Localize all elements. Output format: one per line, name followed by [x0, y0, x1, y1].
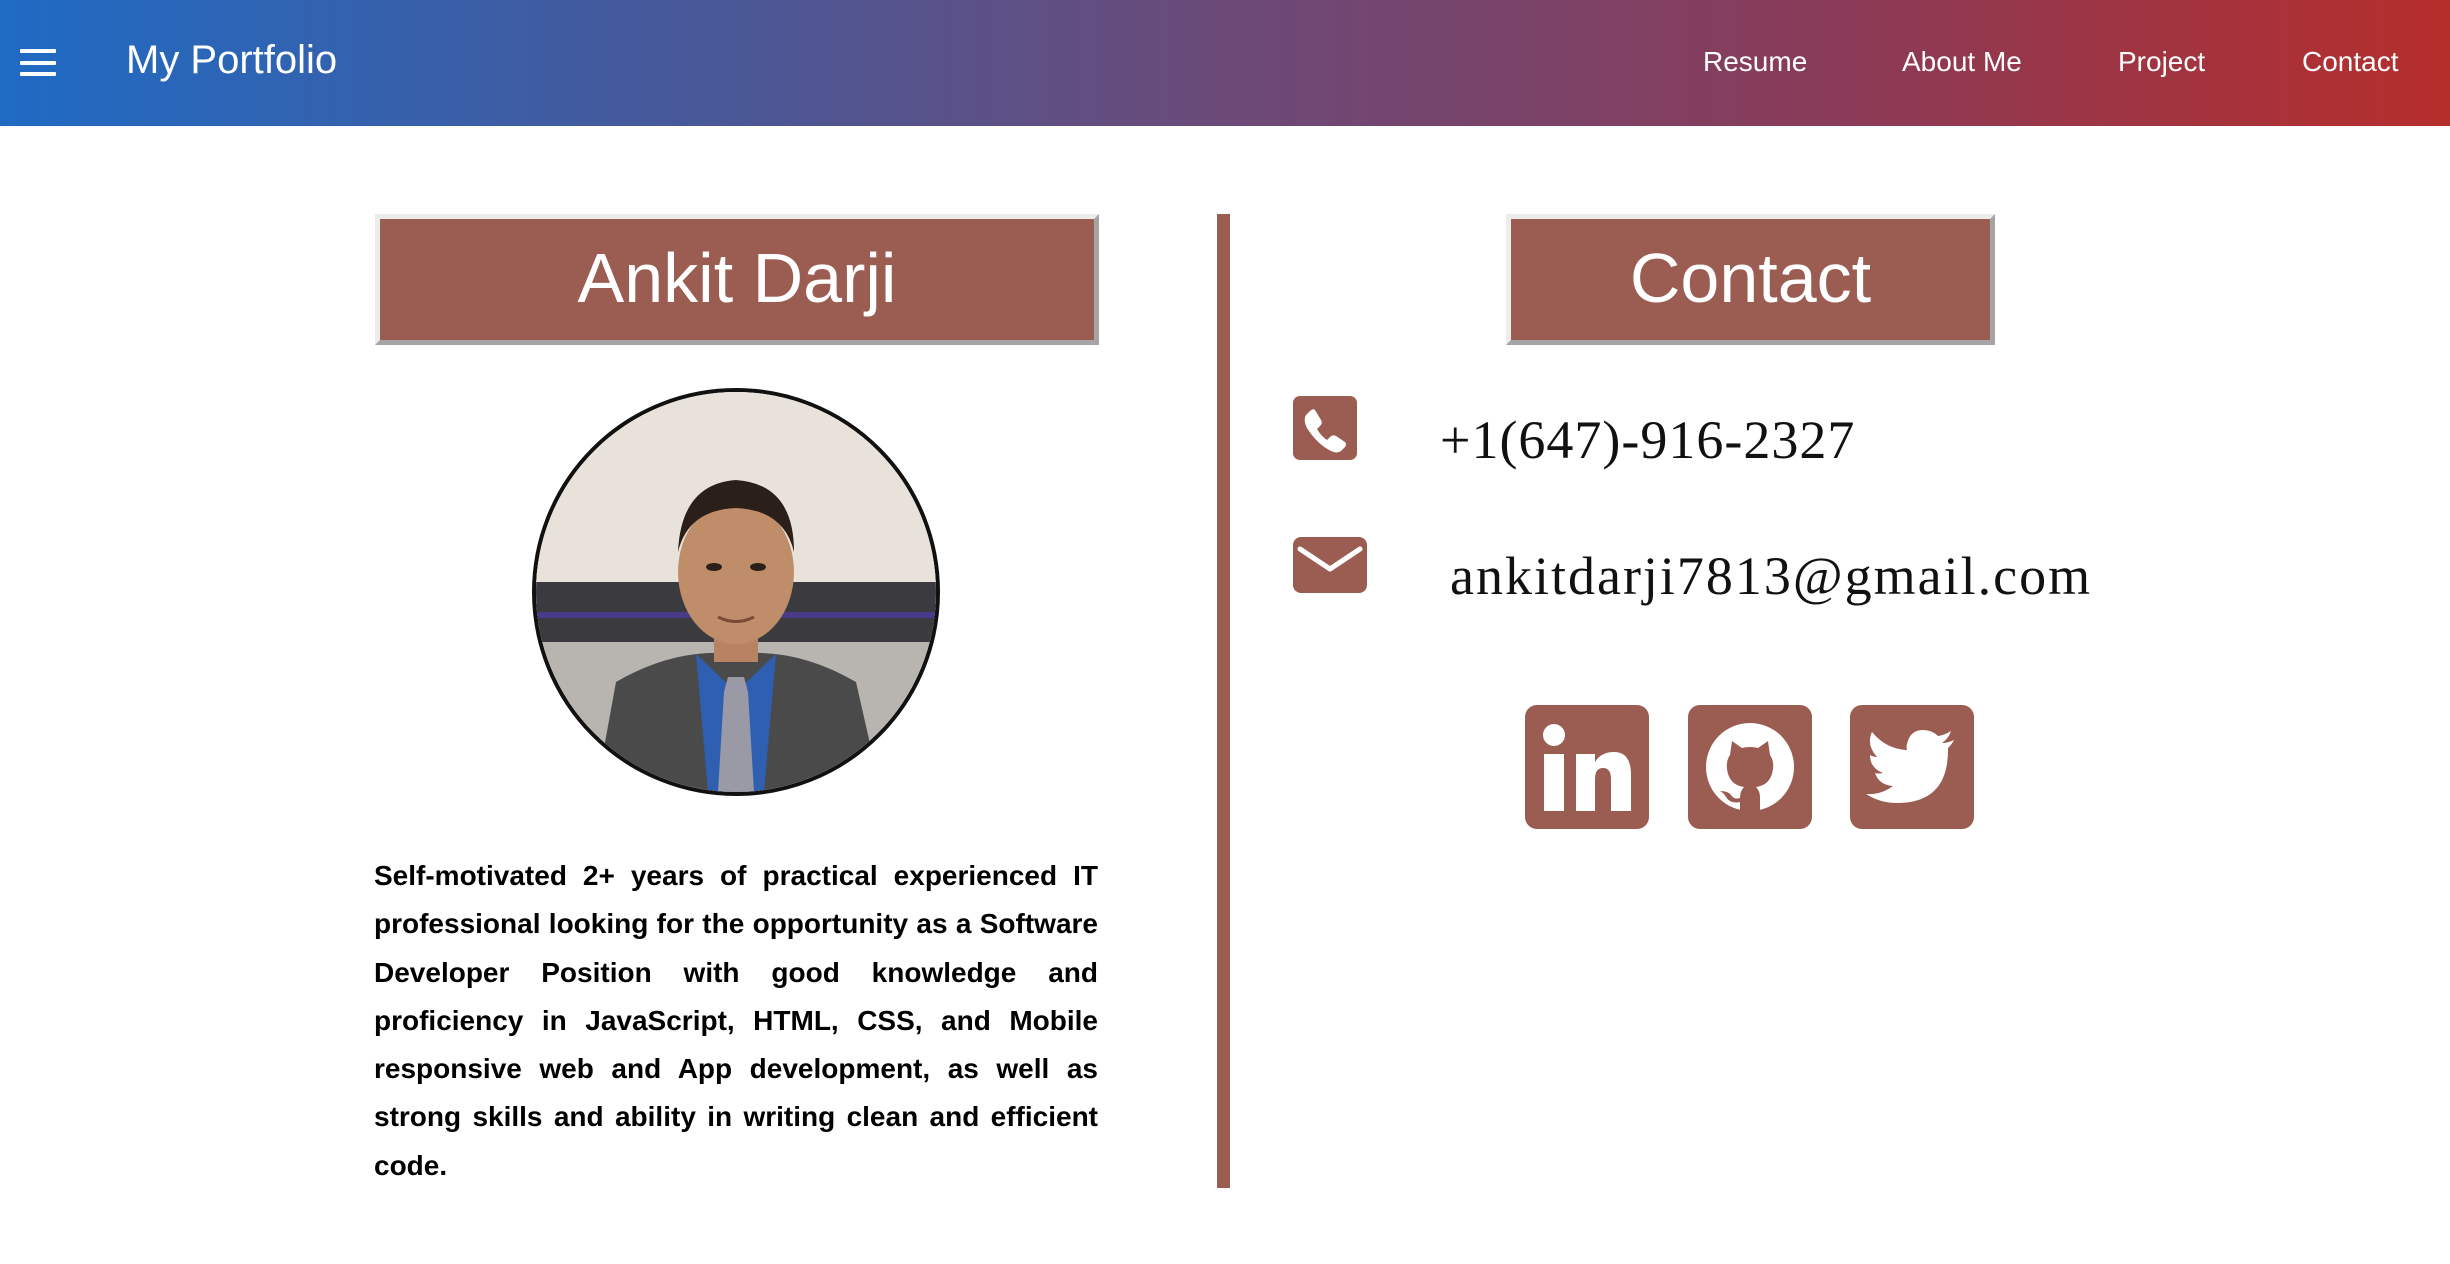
- profile-bio: Self-motivated 2+ years of practical exp…: [374, 860, 1098, 1181]
- nav-link-about-me[interactable]: About Me: [1902, 42, 2022, 82]
- linkedin-icon[interactable]: [1525, 705, 1649, 829]
- twitter-icon[interactable]: [1850, 705, 1974, 829]
- top-nav-bar: My Portfolio Resume About Me Project Con…: [0, 0, 2450, 126]
- envelope-icon: [1293, 537, 1367, 593]
- email-address[interactable]: ankitdarji7813@gmail.com: [1450, 544, 2092, 608]
- contact-heading: Contact: [1506, 214, 1995, 345]
- phone-icon: [1293, 396, 1357, 460]
- phone-number[interactable]: +1(647)-916-2327: [1440, 408, 1855, 472]
- nav-link-contact[interactable]: Contact: [2302, 42, 2399, 82]
- brand-title[interactable]: My Portfolio: [126, 34, 337, 86]
- github-icon[interactable]: [1688, 705, 1812, 829]
- profile-name-heading: Ankit Darji: [375, 214, 1099, 345]
- nav-link-resume[interactable]: Resume: [1703, 42, 1807, 82]
- profile-avatar: [532, 388, 940, 796]
- nav-link-project[interactable]: Project: [2118, 42, 2205, 82]
- column-divider: [1217, 214, 1230, 1188]
- hamburger-menu-icon[interactable]: [20, 49, 56, 76]
- profile-photo-illustration: [536, 392, 936, 792]
